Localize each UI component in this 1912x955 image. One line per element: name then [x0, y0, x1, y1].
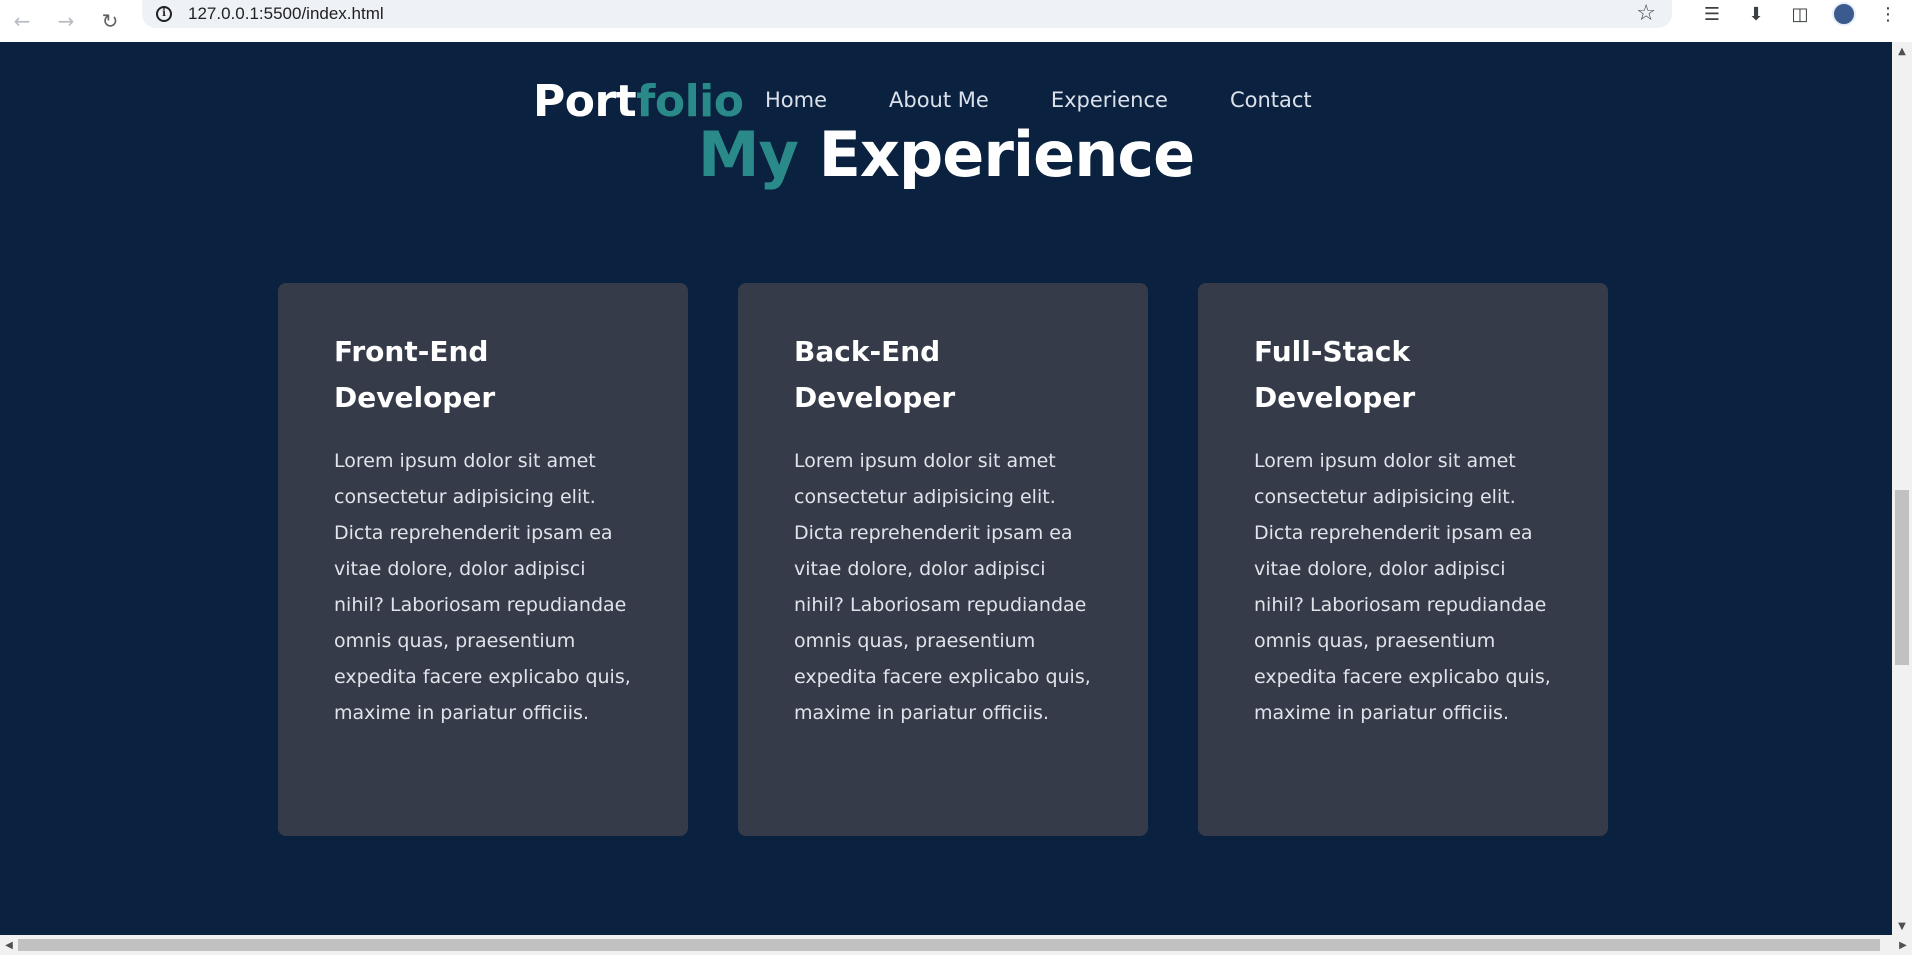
scroll-left-icon[interactable]: ◀ — [0, 935, 18, 955]
experience-card-full-stack: Full-Stack Developer Lorem ipsum dolor s… — [1198, 283, 1608, 836]
section-title: My Experience — [0, 118, 1892, 191]
experience-cards: Front-End Developer Lorem ipsum dolor si… — [278, 283, 1608, 836]
main-nav: Home About Me Experience Contact — [765, 88, 1374, 112]
section-title-main: Experience — [818, 118, 1196, 191]
card-title: Full-Stack Developer — [1254, 335, 1416, 414]
vertical-scroll-thumb[interactable] — [1895, 490, 1909, 665]
horizontal-scroll-thumb[interactable] — [18, 939, 1880, 951]
address-bar[interactable]: i 127.0.0.1:5500/index.html ☆ — [142, 0, 1672, 28]
reload-icon[interactable]: ↻ — [88, 0, 132, 42]
card-title: Back-End Developer — [794, 335, 956, 414]
card-title: Front-End Developer — [334, 335, 496, 414]
media-control-icon[interactable]: ☰ — [1690, 0, 1734, 28]
page-content: Portfolio Home About Me Experience Conta… — [0, 42, 1892, 935]
browser-toolbar: ← → ↻ i 127.0.0.1:5500/index.html ☆ ☰ ⬇ … — [0, 0, 1912, 42]
url-text[interactable]: 127.0.0.1:5500/index.html — [188, 4, 384, 24]
profile-avatar-button[interactable] — [1822, 0, 1866, 28]
scroll-up-icon[interactable]: ▲ — [1892, 42, 1912, 60]
nav-link-home[interactable]: Home — [765, 88, 827, 112]
card-description: Lorem ipsum dolor sit amet consectetur a… — [794, 450, 1091, 724]
experience-card-back-end: Back-End Developer Lorem ipsum dolor sit… — [738, 283, 1148, 836]
more-menu-icon[interactable]: ⋮ — [1866, 0, 1910, 28]
forward-arrow-icon[interactable]: → — [44, 0, 88, 42]
section-title-accent: My — [697, 118, 799, 191]
site-info-icon[interactable]: i — [152, 2, 176, 26]
horizontal-scrollbar[interactable]: ◀ ▶ — [0, 935, 1912, 955]
nav-link-about-me[interactable]: About Me — [889, 88, 989, 112]
nav-link-experience[interactable]: Experience — [1051, 88, 1168, 112]
download-icon[interactable]: ⬇ — [1734, 0, 1778, 28]
card-description: Lorem ipsum dolor sit amet consectetur a… — [334, 450, 631, 724]
card-description: Lorem ipsum dolor sit amet consectetur a… — [1254, 450, 1551, 724]
side-panel-icon[interactable]: ◫ — [1778, 0, 1822, 28]
back-arrow-icon[interactable]: ← — [0, 0, 44, 42]
bookmark-star-icon[interactable]: ☆ — [1636, 1, 1656, 26]
nav-link-contact[interactable]: Contact — [1230, 88, 1312, 112]
experience-card-front-end: Front-End Developer Lorem ipsum dolor si… — [278, 283, 688, 836]
vertical-scrollbar[interactable]: ▲ ▼ — [1892, 42, 1912, 935]
scroll-right-icon[interactable]: ▶ — [1894, 935, 1912, 955]
scroll-down-icon[interactable]: ▼ — [1892, 917, 1912, 935]
profile-avatar-icon — [1832, 2, 1856, 26]
